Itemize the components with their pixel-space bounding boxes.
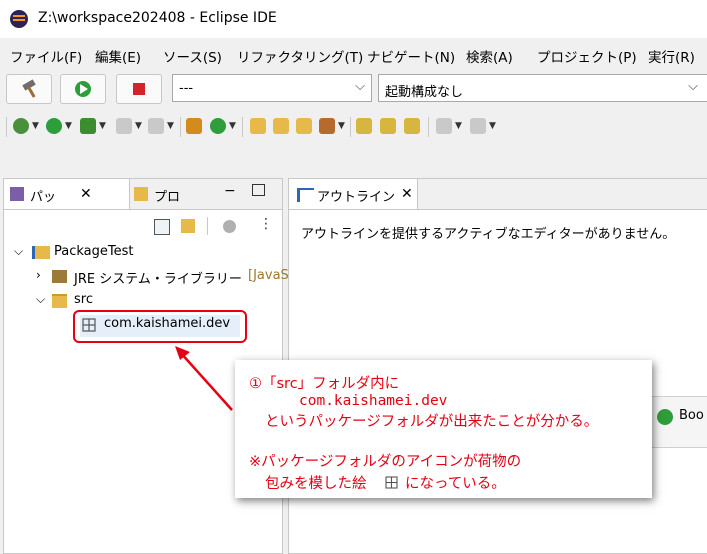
- tree-item-label: src: [74, 292, 93, 307]
- open-type-icon[interactable]: [250, 118, 266, 134]
- chevron-down-icon[interactable]: ⌵: [36, 292, 45, 307]
- chevron-down-icon[interactable]: ▼: [65, 121, 72, 131]
- chevron-down-icon[interactable]: ▼: [99, 121, 106, 131]
- focus-active-task-icon[interactable]: [223, 220, 236, 233]
- bottom-view-label[interactable]: Boo: [679, 408, 704, 423]
- tab-outline[interactable]: アウトライン ✕: [289, 179, 418, 209]
- chevron-down-icon: ⌵: [355, 79, 365, 94]
- tab-package-explorer[interactable]: パッ ✕: [4, 179, 130, 209]
- outline-icon: [297, 188, 314, 202]
- toggle-mark-icon[interactable]: [380, 118, 396, 134]
- menu-file[interactable]: ファイル(F): [10, 46, 82, 66]
- tab-package-explorer-label: パッ: [30, 190, 57, 205]
- package-explorer-icon: [10, 187, 24, 201]
- chevron-down-icon[interactable]: ▼: [489, 121, 496, 131]
- view-menu-icon[interactable]: ⋮: [259, 216, 273, 232]
- package-icon: [385, 476, 398, 489]
- project-explorer-icon: [134, 187, 148, 201]
- collapse-all-icon[interactable]: [154, 219, 170, 235]
- callout-line-1: ①「src」フォルダ内に: [249, 376, 400, 392]
- coverage-icon[interactable]: [80, 118, 96, 134]
- menu-search[interactable]: 検索(A): [466, 46, 513, 66]
- maximize-icon[interactable]: [252, 184, 265, 196]
- open-task-icon[interactable]: [273, 118, 289, 134]
- run-icon[interactable]: [46, 118, 62, 134]
- stop-icon: [133, 83, 145, 95]
- tree-item-label: JRE システム・ライブラリー: [74, 272, 242, 287]
- new-java-class-icon[interactable]: [210, 118, 226, 134]
- chevron-right-icon[interactable]: ›: [36, 268, 41, 282]
- tree-item-label: PackageTest: [54, 244, 134, 259]
- run-icon: [657, 409, 673, 425]
- callout-line-3: というパッケージフォルダが出来たことが分かる。: [265, 414, 599, 430]
- profile-icon[interactable]: [148, 118, 164, 134]
- tab-project-explorer[interactable]: プロ: [130, 179, 200, 209]
- outline-empty-message: アウトラインを提供するアクティブなエディターがありません。: [301, 227, 676, 242]
- highlight-box: [73, 310, 247, 343]
- block-selection-icon[interactable]: [404, 118, 420, 134]
- search-icon[interactable]: [319, 118, 335, 134]
- launch-config-select[interactable]: 起動構成なし ⌵: [378, 74, 707, 102]
- annotation-icon[interactable]: [356, 118, 372, 134]
- library-icon: [52, 270, 67, 283]
- chevron-down-icon[interactable]: ▼: [455, 121, 462, 131]
- menu-refactor[interactable]: リファクタリング(T): [237, 46, 363, 66]
- chevron-down-icon[interactable]: ▼: [338, 121, 345, 131]
- chevron-down-icon: ⌵: [688, 79, 698, 94]
- launch-mode-value: ---: [179, 81, 194, 96]
- build-button[interactable]: [6, 74, 52, 104]
- launch-toolbar: --- ⌵ 起動構成なし ⌵: [0, 68, 707, 112]
- left-view-tabs: パッ ✕ プロ −: [4, 179, 282, 210]
- chevron-down-icon[interactable]: ▼: [167, 121, 174, 131]
- tab-outline-label: アウトライン: [317, 190, 396, 205]
- launch-config-value: 起動構成なし: [385, 85, 464, 100]
- menu-run[interactable]: 実行(R): [648, 46, 695, 66]
- close-icon[interactable]: ✕: [401, 186, 413, 202]
- previous-annotation-icon[interactable]: [470, 118, 486, 134]
- next-annotation-icon[interactable]: [436, 118, 452, 134]
- run-icon: [75, 81, 91, 97]
- title-bar: Z:\workspace202408 - Eclipse IDE: [0, 0, 707, 38]
- callout-line-2: com.kaishamei.dev: [299, 393, 448, 409]
- right-view-tabs: アウトライン ✕: [289, 179, 707, 210]
- minimize-icon[interactable]: −: [224, 183, 236, 199]
- new-java-package-icon[interactable]: [186, 118, 202, 134]
- callout-line-4: ※パッケージフォルダのアイコンが荷物の: [249, 454, 522, 470]
- chevron-down-icon[interactable]: ▼: [135, 121, 142, 131]
- eclipse-logo-icon: [10, 10, 28, 28]
- menu-bar: ファイル(F) 編集(E) ソース(S) リファクタリング(T) ナビゲート(N…: [0, 38, 707, 68]
- external-tools-icon[interactable]: [116, 118, 132, 134]
- main-toolbar: ▼ ▼ ▼ ▼ ▼ ▼ ▼ ▼ ▼: [0, 112, 707, 142]
- open-folder-icon[interactable]: [296, 118, 312, 134]
- launch-mode-select[interactable]: --- ⌵: [172, 74, 372, 102]
- menu-edit[interactable]: 編集(E): [95, 46, 141, 66]
- callout-line-5: 包みを模した絵: [265, 476, 367, 492]
- tab-project-explorer-label: プロ: [154, 190, 181, 205]
- hammer-icon: [22, 79, 36, 98]
- window-title: Z:\workspace202408 - Eclipse IDE: [38, 10, 277, 26]
- java-project-icon: [32, 246, 50, 259]
- source-folder-icon: [52, 294, 67, 308]
- menu-navigate[interactable]: ナビゲート(N): [367, 46, 455, 66]
- callout-line-6: になっている。: [405, 476, 506, 492]
- callout-note: ①「src」フォルダ内に com.kaishamei.dev というパッケージフ…: [235, 360, 652, 498]
- toolbar-divider: [207, 217, 208, 235]
- chevron-down-icon[interactable]: ⌵: [14, 244, 23, 259]
- menu-project[interactable]: プロジェクト(P): [537, 46, 637, 66]
- chevron-down-icon[interactable]: ▼: [32, 121, 39, 131]
- menu-source[interactable]: ソース(S): [163, 46, 222, 66]
- launch-button[interactable]: [60, 74, 106, 104]
- link-with-editor-icon[interactable]: [181, 219, 195, 233]
- tree-item-decoration: [JavaS: [248, 268, 289, 283]
- debug-icon[interactable]: [13, 118, 29, 134]
- stop-button[interactable]: [116, 74, 162, 104]
- chevron-down-icon[interactable]: ▼: [229, 121, 236, 131]
- close-icon[interactable]: ✕: [80, 186, 92, 202]
